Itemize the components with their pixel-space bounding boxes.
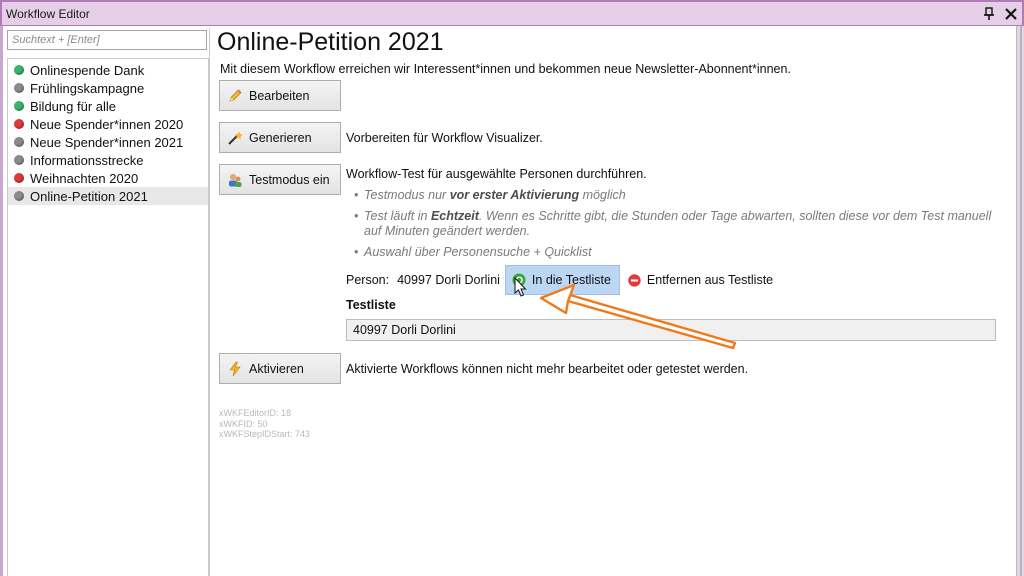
- generate-button-label: Generieren: [249, 130, 312, 145]
- workflow-description: Mit diesem Workflow erreichen wir Intere…: [220, 62, 791, 76]
- remove-red-icon: [628, 273, 641, 287]
- sidebar-item[interactable]: Online-Petition 2021: [8, 187, 208, 205]
- title-bar: Workflow Editor: [0, 0, 1024, 26]
- sidebar-item-label: Weihnachten 2020: [30, 170, 139, 186]
- testmode-button-label: Testmodus ein: [249, 172, 330, 187]
- person-value: 40997 Dorli Dorlini: [397, 273, 500, 287]
- users-icon: [227, 172, 243, 188]
- person-row: Person: 40997 Dorli Dorlini In die Testl…: [346, 265, 773, 295]
- note-activation: • Testmodus nur vor erster Aktivierung m…: [354, 188, 626, 202]
- sidebar-item[interactable]: Onlinespende Dank: [8, 61, 208, 79]
- vertical-scrollbar[interactable]: [1016, 26, 1024, 576]
- workflow-meta: xWKFEditorID: 18 xWKFID: 50 xWKFStepIDSt…: [219, 408, 310, 440]
- testlist-entry[interactable]: 40997 Dorli Dorlini: [353, 323, 456, 337]
- note-activation-text: Testmodus nur: [364, 188, 450, 202]
- note-realtime-bold: Echtzeit: [430, 209, 479, 223]
- window-left-border: [0, 26, 3, 576]
- remove-from-testlist-button[interactable]: Entfernen aus Testliste: [628, 273, 773, 287]
- status-dot-icon: [14, 65, 24, 75]
- status-dot-icon: [14, 191, 24, 201]
- sidebar-item[interactable]: Weihnachten 2020: [8, 169, 208, 187]
- workflow-detail: Online-Petition 2021 Mit diesem Workflow…: [212, 26, 1002, 576]
- sidebar-item-label: Onlinespende Dank: [30, 62, 145, 78]
- sidebar-item-label: Informationsstrecke: [30, 152, 144, 168]
- testmode-notes: • Testmodus nur vor erster Aktivierung m…: [354, 188, 994, 266]
- add-to-testlist-label: In die Testliste: [531, 273, 611, 287]
- pin-button[interactable]: [978, 3, 1000, 25]
- magic-wand-icon: [227, 130, 243, 146]
- sidebar-item-label: Bildung für alle: [30, 98, 116, 114]
- testmode-button[interactable]: Testmodus ein: [219, 164, 341, 195]
- workflow-sidebar: Onlinespende Dank Frühlingskampagne Bildun…: [4, 28, 210, 576]
- testmode-description: Workflow-Test für ausgewählte Personen d…: [346, 167, 647, 181]
- add-green-icon: [512, 273, 526, 287]
- sidebar-item[interactable]: Informationsstrecke: [8, 151, 208, 169]
- note-selection-text: Auswahl über Personensuche + Quicklist: [364, 245, 592, 259]
- meta-editor-id: xWKFEditorID: 18: [219, 408, 292, 418]
- note-activation-end: möglich: [579, 188, 626, 202]
- note-selection: • Auswahl über Personensuche + Quicklist: [354, 245, 592, 259]
- activate-description: Aktivierte Workflows können nicht mehr b…: [346, 362, 749, 376]
- page-title: Online-Petition 2021: [217, 28, 444, 56]
- status-dot-icon: [14, 83, 24, 93]
- activate-button-label: Aktivieren: [249, 361, 304, 376]
- activate-button[interactable]: Aktivieren: [219, 353, 341, 384]
- sidebar-item[interactable]: Neue Spender*innen 2021: [8, 133, 208, 151]
- testlist-heading: Testliste: [346, 298, 396, 312]
- workflow-editor-window: Workflow Editor Onlinespende Dank Frühlin…: [0, 0, 1024, 576]
- add-to-testlist-button[interactable]: In die Testliste: [504, 265, 620, 295]
- person-label: Person:: [346, 273, 390, 287]
- close-icon: [1005, 7, 1017, 20]
- note-realtime-text: Test läuft in: [364, 209, 431, 223]
- status-dot-icon: [14, 155, 24, 165]
- status-dot-icon: [14, 137, 24, 147]
- generate-button[interactable]: Generieren: [219, 122, 341, 153]
- window-title: Workflow Editor: [6, 6, 90, 21]
- note-activation-bold: vor erster Aktivierung: [449, 188, 580, 202]
- sidebar-item[interactable]: Bildung für alle: [8, 97, 208, 115]
- meta-step-id: xWKFStepIDStart: 743: [219, 429, 311, 439]
- status-dot-icon: [14, 101, 24, 111]
- lightning-icon: [227, 361, 243, 377]
- meta-wkf-id: xWKFID: 50: [219, 418, 268, 429]
- sidebar-item-label: Online-Petition 2021: [30, 188, 148, 204]
- sidebar-item[interactable]: Neue Spender*innen 2020: [8, 115, 208, 133]
- close-button[interactable]: [1000, 3, 1022, 25]
- sidebar-item-label: Neue Spender*innen 2020: [30, 116, 184, 132]
- generate-description: Vorbereiten für Workflow Visualizer.: [346, 131, 543, 145]
- pencil-icon: [227, 88, 243, 104]
- testlist-box[interactable]: 40997 Dorli Dorlini: [346, 319, 996, 341]
- status-dot-icon: [14, 119, 24, 129]
- scrollbar-track: [1020, 26, 1022, 576]
- workflow-list: Onlinespende Dank Frühlingskampagne Bildun…: [7, 58, 209, 576]
- edit-button-label: Bearbeiten: [249, 88, 310, 103]
- remove-from-testlist-label: Entfernen aus Testliste: [646, 273, 774, 287]
- status-dot-icon: [14, 173, 24, 183]
- search-input[interactable]: [7, 30, 207, 50]
- sidebar-item[interactable]: Frühlingskampagne: [8, 79, 208, 97]
- note-realtime: • Test läuft in Echtzeit. Wenn es Schrit…: [354, 209, 992, 238]
- edit-button[interactable]: Bearbeiten: [219, 80, 341, 111]
- sidebar-item-label: Frühlingskampagne: [30, 80, 145, 96]
- pin-icon: [984, 6, 994, 20]
- sidebar-item-label: Neue Spender*innen 2021: [30, 134, 184, 150]
